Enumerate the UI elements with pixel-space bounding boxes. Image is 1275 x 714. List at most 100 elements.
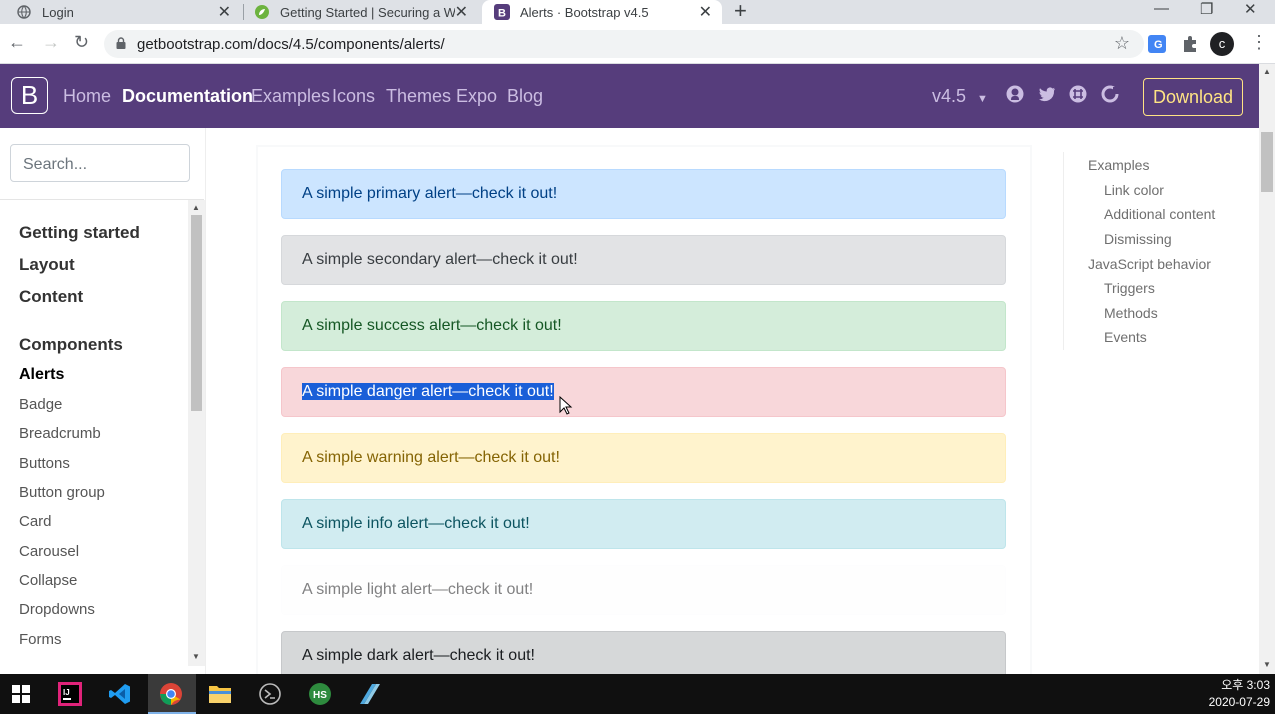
docs-search-input[interactable]: Search... <box>10 144 190 182</box>
windows-start-icon[interactable] <box>8 681 34 707</box>
bookmark-star-icon[interactable]: ☆ <box>1114 33 1130 54</box>
sidebar-item-forms[interactable]: Forms <box>19 631 62 648</box>
toc-events[interactable]: Events <box>1104 329 1147 345</box>
sidebar-item-dropdowns[interactable]: Dropdowns <box>19 601 95 618</box>
forward-icon[interactable]: → <box>42 32 60 53</box>
scroll-down-icon[interactable]: ▼ <box>1263 660 1271 669</box>
svg-text:B: B <box>498 8 506 20</box>
reload-icon[interactable]: ↻ <box>74 32 89 53</box>
sidebar-group-content[interactable]: Content <box>19 287 83 307</box>
alert-text-selected: A simple danger alert—check it out! <box>302 383 554 400</box>
tab-getting-started[interactable]: Getting Started | Securing a We ✕ <box>254 0 478 24</box>
svg-text:IJ: IJ <box>63 688 70 697</box>
scroll-up-icon[interactable]: ▲ <box>1263 67 1271 76</box>
twitter-icon[interactable] <box>1037 84 1057 104</box>
page-scrollbar[interactable]: ▲ ▼ <box>1259 64 1275 674</box>
sidebar-item-button-group[interactable]: Button group <box>19 484 105 501</box>
tab-login[interactable]: Login ✕ <box>16 0 241 24</box>
sidebar-group-layout[interactable]: Layout <box>19 255 75 275</box>
version-label: v4.5 <box>932 86 967 106</box>
svg-text:G: G <box>1154 39 1163 51</box>
tab-separator <box>243 4 244 20</box>
nav-blog[interactable]: Blog <box>507 86 543 107</box>
app-shortcut-icon[interactable] <box>357 681 383 707</box>
scroll-up-icon[interactable]: ▲ <box>192 203 200 212</box>
github-desktop-icon[interactable] <box>257 681 283 707</box>
nav-themes[interactable]: Themes <box>386 86 451 107</box>
close-icon[interactable]: ✕ <box>699 2 712 22</box>
menu-kebab-icon[interactable]: ⋮ <box>1250 32 1268 53</box>
nav-icons[interactable]: Icons <box>332 86 375 107</box>
toc-triggers[interactable]: Triggers <box>1104 280 1155 296</box>
toc-link-color[interactable]: Link color <box>1104 182 1164 198</box>
bootstrap-logo[interactable]: B <box>11 77 48 114</box>
profile-avatar[interactable]: c <box>1210 32 1234 56</box>
system-clock[interactable]: 오후 3:03 2020-07-29 <box>1196 677 1270 711</box>
address-bar[interactable]: getbootstrap.com/docs/4.5/components/ale… <box>104 30 1144 58</box>
sidebar-item-collapse[interactable]: Collapse <box>19 572 77 589</box>
alert-text: A simple dark alert—check it out! <box>302 647 535 664</box>
github-icon[interactable] <box>1005 84 1025 104</box>
windows-taskbar: IJ HS 오후 3:03 2020-07-29 <box>0 674 1275 714</box>
sidebar-group-components[interactable]: Components <box>19 335 123 355</box>
download-button[interactable]: Download <box>1143 78 1243 116</box>
tab-alerts-bootstrap[interactable]: B Alerts · Bootstrap v4.5 ✕ <box>482 0 722 24</box>
alert-danger: A simple danger alert—check it out! <box>281 367 1006 417</box>
chrome-icon[interactable] <box>158 681 184 707</box>
lock-icon <box>116 37 126 49</box>
clock-date: 2020-07-29 <box>1208 695 1270 709</box>
minimize-icon[interactable]: — <box>1154 0 1169 17</box>
alert-text: A simple info alert—check it out! <box>302 515 530 532</box>
nav-home[interactable]: Home <box>63 86 111 107</box>
sidebar-scrollbar[interactable]: ▲ ▼ <box>188 200 205 666</box>
nav-documentation[interactable]: Documentation <box>122 86 253 107</box>
back-icon[interactable]: ← <box>8 32 26 53</box>
sidebar-group-getting-started[interactable]: Getting started <box>19 223 140 243</box>
toc-additional-content[interactable]: Additional content <box>1104 206 1215 222</box>
site-navbar: B Home Documentation Examples Icons Them… <box>0 64 1259 128</box>
sidebar-item-carousel[interactable]: Carousel <box>19 543 79 560</box>
slack-icon[interactable] <box>1068 84 1088 104</box>
file-explorer-icon[interactable] <box>207 681 233 707</box>
sidebar-item-alerts[interactable]: Alerts <box>19 366 64 384</box>
vscode-icon[interactable] <box>107 681 133 707</box>
clock-time: 오후 3:03 <box>1221 678 1270 692</box>
close-icon[interactable]: ✕ <box>455 2 468 22</box>
nav-examples[interactable]: Examples <box>251 86 330 107</box>
sidebar-border <box>205 128 206 674</box>
toc-dismissing[interactable]: Dismissing <box>1104 231 1172 247</box>
browser-tab-strip: Login ✕ Getting Started | Securing a We … <box>0 0 1275 24</box>
svg-text:HS: HS <box>313 690 327 701</box>
sidebar-item-badge[interactable]: Badge <box>19 396 62 413</box>
sidebar-scroll-thumb[interactable] <box>191 215 202 411</box>
window-close-icon[interactable]: ✕ <box>1244 0 1257 18</box>
heidisql-icon[interactable]: HS <box>307 681 333 707</box>
globe-icon <box>16 4 32 20</box>
toc-methods[interactable]: Methods <box>1104 305 1158 321</box>
intellij-icon[interactable]: IJ <box>57 681 83 707</box>
scroll-down-icon[interactable]: ▼ <box>192 652 200 661</box>
alert-text: A simple light alert—check it out! <box>302 581 534 598</box>
sidebar-item-breadcrumb[interactable]: Breadcrumb <box>19 425 101 442</box>
version-dropdown[interactable]: v4.5 ▼ <box>932 86 988 107</box>
toc-javascript-behavior[interactable]: JavaScript behavior <box>1088 256 1211 272</box>
spring-leaf-icon <box>254 4 270 20</box>
alert-warning: A simple warning alert—check it out! <box>281 433 1006 483</box>
caret-down-icon: ▼ <box>977 93 988 105</box>
restore-icon[interactable]: ❐ <box>1200 0 1213 18</box>
nav-expo[interactable]: Expo <box>456 86 497 107</box>
alert-text: A simple success alert—check it out! <box>302 317 562 334</box>
tab-title: Login <box>42 4 74 20</box>
opencollective-icon[interactable] <box>1100 84 1120 104</box>
alert-secondary: A simple secondary alert—check it out! <box>281 235 1006 285</box>
new-tab-icon[interactable]: + <box>734 0 747 24</box>
sidebar-item-buttons[interactable]: Buttons <box>19 455 70 472</box>
extensions-puzzle-icon[interactable] <box>1180 34 1200 54</box>
page-scroll-thumb[interactable] <box>1261 132 1273 192</box>
url-text: getbootstrap.com/docs/4.5/components/ale… <box>137 36 445 53</box>
sidebar-item-card[interactable]: Card <box>19 513 52 530</box>
translate-icon[interactable]: G <box>1147 34 1167 54</box>
browser-toolbar: ← → ↻ getbootstrap.com/docs/4.5/componen… <box>0 24 1275 64</box>
toc-examples[interactable]: Examples <box>1088 157 1149 173</box>
close-icon[interactable]: ✕ <box>218 2 231 22</box>
